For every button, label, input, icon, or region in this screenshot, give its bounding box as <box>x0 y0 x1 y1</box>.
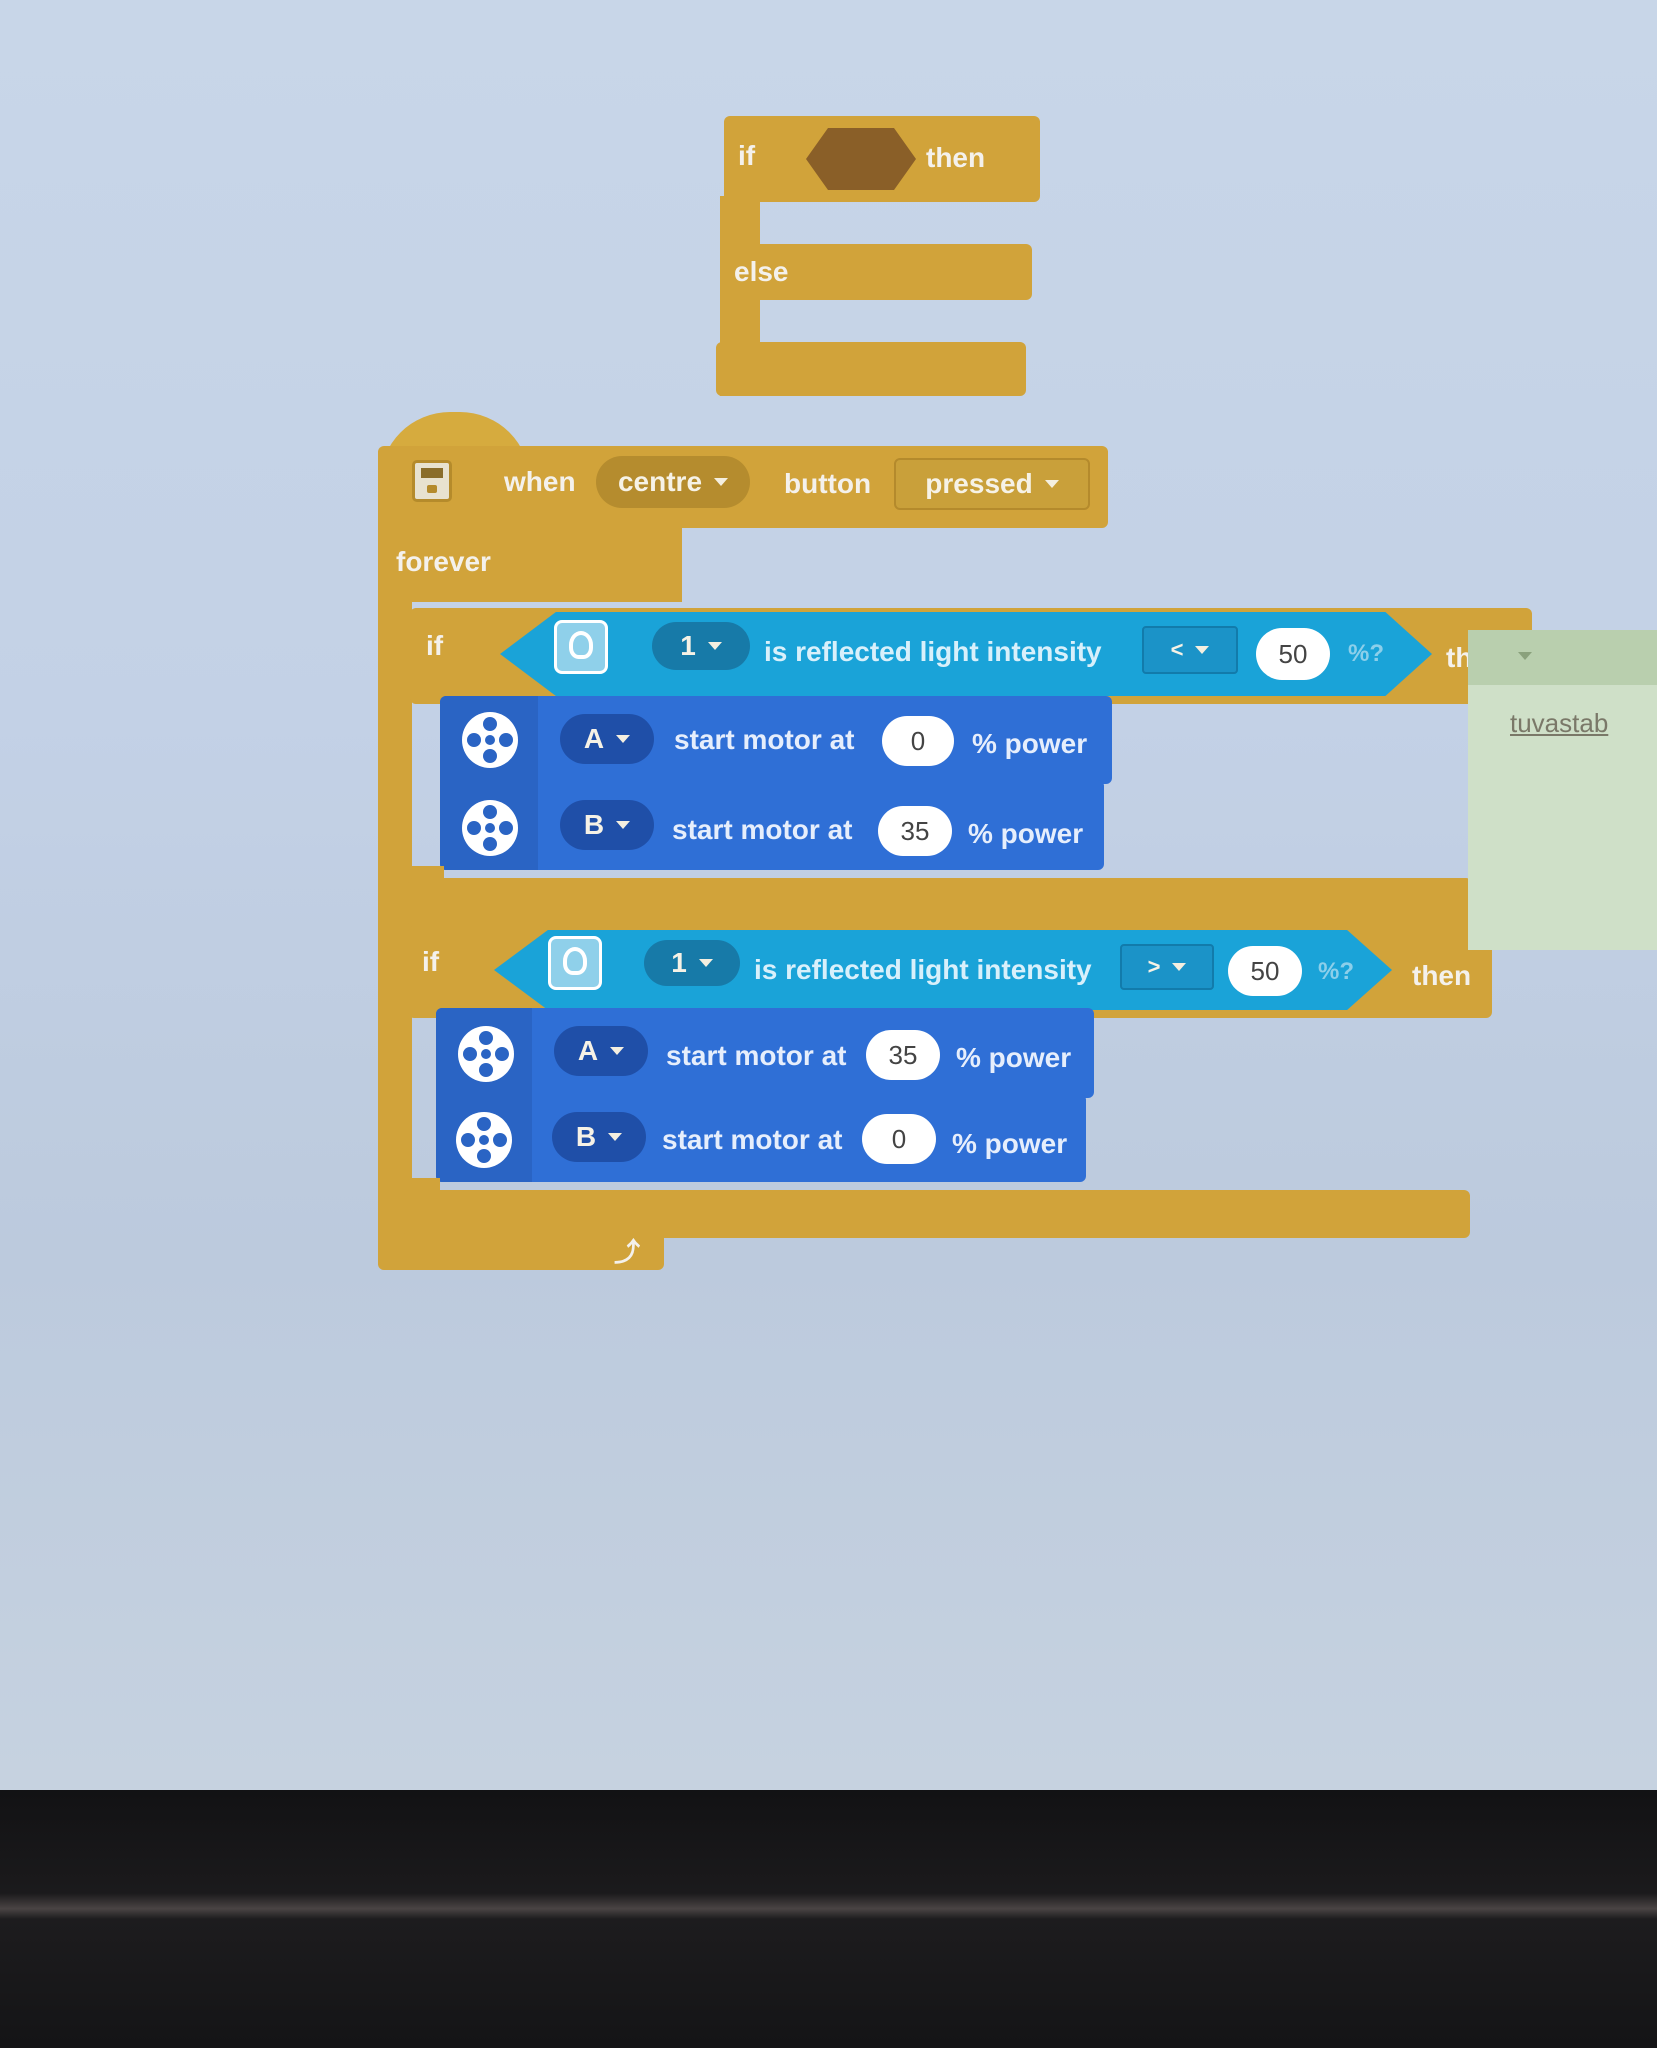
if2-port-value: 1 <box>671 947 687 978</box>
when-label: when <box>504 466 576 497</box>
else-label: else <box>734 256 789 287</box>
if2-operator-dropdown[interactable]: > <box>1120 944 1214 990</box>
if-else-bottom <box>716 342 1026 396</box>
if2-motor1-power-input[interactable]: 35 <box>866 1030 940 1080</box>
motor-icon <box>456 1112 512 1168</box>
forever-spine <box>378 596 412 1236</box>
motor-icon <box>462 712 518 768</box>
power-value: 0 <box>891 1123 907 1154</box>
if2-value: 50 <box>1250 955 1280 986</box>
button-dropdown[interactable]: centre <box>596 456 750 508</box>
chevron-down-icon <box>616 735 631 743</box>
if2-condition-text: is reflected light intensity <box>754 954 1092 985</box>
if1-value-input[interactable]: 50 <box>1256 628 1330 680</box>
side-panel-header <box>1468 630 1657 685</box>
if1-port-value: 1 <box>680 630 696 661</box>
start-motor-text: start motor at <box>672 814 853 845</box>
if2-motor2-port[interactable]: B <box>552 1112 646 1162</box>
chevron-down-icon <box>1044 480 1059 488</box>
side-panel[interactable]: tuvastab <box>1468 630 1657 950</box>
chevron-down-icon <box>714 478 729 486</box>
motor-icon <box>458 1026 514 1082</box>
if1-port-dropdown[interactable]: 1 <box>652 622 750 670</box>
if2-motor2-power-input[interactable]: 0 <box>862 1114 936 1164</box>
if2-unit: %? <box>1318 958 1354 985</box>
if2-footer <box>404 1190 1470 1238</box>
chevron-down-icon <box>1518 652 1532 660</box>
color-sensor-icon <box>554 620 608 674</box>
if1-motor1-power-input[interactable]: 0 <box>882 716 954 766</box>
forever-label: forever <box>396 546 491 577</box>
monitor-bezel <box>0 1790 1657 2048</box>
start-motor-text: start motor at <box>662 1124 843 1155</box>
if1-motor2-port[interactable]: B <box>560 800 654 850</box>
if1-footer <box>408 878 1472 928</box>
if1-operator-dropdown[interactable]: < <box>1142 626 1238 674</box>
chevron-down-icon <box>1172 963 1187 971</box>
code-canvas[interactable]: if then else when centre button pressed … <box>0 0 1657 1790</box>
state-dropdown-value: pressed <box>925 468 1033 499</box>
if1-operator-value: < <box>1170 637 1184 662</box>
power-value: 0 <box>910 725 926 756</box>
if1-motor2-power-input[interactable]: 35 <box>878 806 952 856</box>
if2-motor1-port[interactable]: A <box>554 1026 648 1076</box>
chevron-down-icon <box>707 642 722 650</box>
empty-condition-slot[interactable] <box>806 128 916 190</box>
power-unit: % power <box>956 1042 1072 1073</box>
brick-icon <box>412 460 452 502</box>
button-dropdown-value: centre <box>617 466 703 497</box>
then-label: then <box>926 142 986 173</box>
power-value: 35 <box>900 815 930 846</box>
side-panel-link[interactable]: tuvastab <box>1510 708 1608 739</box>
port-value: B <box>583 809 605 840</box>
motor-icon <box>462 800 518 856</box>
if2-value-input[interactable]: 50 <box>1228 946 1302 996</box>
power-value: 35 <box>888 1039 918 1070</box>
chevron-down-icon <box>616 821 631 829</box>
chevron-down-icon <box>608 1133 623 1141</box>
if1-condition-text: is reflected light intensity <box>764 636 1102 667</box>
power-unit: % power <box>968 818 1084 849</box>
start-motor-text: start motor at <box>674 724 855 755</box>
state-dropdown[interactable]: pressed <box>894 458 1090 510</box>
port-value: B <box>575 1121 597 1152</box>
power-unit: % power <box>972 728 1088 759</box>
if1-motor1-port[interactable]: A <box>560 714 654 764</box>
if2-label: if <box>422 946 440 977</box>
color-sensor-icon <box>548 936 602 990</box>
start-motor-text: start motor at <box>666 1040 847 1071</box>
chevron-down-icon <box>610 1047 625 1055</box>
button-label: button <box>784 468 872 499</box>
if2-then-label: then <box>1412 960 1472 991</box>
power-unit: % power <box>952 1128 1068 1159</box>
chevron-down-icon <box>698 959 713 967</box>
if1-unit: %? <box>1348 640 1384 667</box>
port-value: A <box>583 723 605 754</box>
if1-label: if <box>426 630 444 661</box>
if2-port-dropdown[interactable]: 1 <box>644 940 740 986</box>
port-value: A <box>577 1035 599 1066</box>
if1-value: 50 <box>1278 638 1308 669</box>
chevron-down-icon <box>1195 646 1210 654</box>
if2-operator-value: > <box>1147 954 1161 979</box>
if-label: if <box>738 140 756 171</box>
